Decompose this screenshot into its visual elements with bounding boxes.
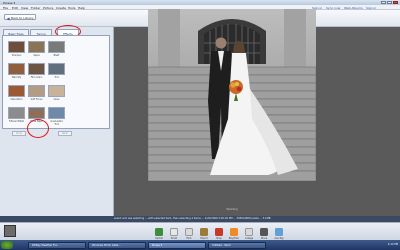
task-picasa[interactable]: Picasa 3 <box>148 241 206 249</box>
effect-label: Warmify <box>11 76 22 79</box>
effect-thumb[interactable] <box>28 41 45 53</box>
task-photo-gallery[interactable]: Windows Photo Galle... <box>88 241 146 249</box>
back-label: Back to Library <box>11 16 34 21</box>
effect-thumb-focal-bw[interactable] <box>28 107 45 119</box>
effect-label: Graduated Tint <box>50 120 63 126</box>
photo-caption: Wedding <box>226 208 238 211</box>
effect-label: Film Grain <box>30 76 43 79</box>
movie-icon[interactable] <box>260 228 268 236</box>
redo-button[interactable]: Redo <box>58 131 72 136</box>
effect-thumb[interactable] <box>48 85 65 97</box>
taskbar: DHDay Weather For... Windows Photo Galle… <box>0 240 400 250</box>
effect-label: Filtered B&W <box>9 120 24 123</box>
effect-thumb[interactable] <box>28 63 45 75</box>
effect-thumb[interactable] <box>8 63 25 75</box>
effect-label: Saturation <box>10 98 23 101</box>
effect-thumb[interactable] <box>8 107 25 119</box>
clock: 4:12 PM <box>387 243 398 246</box>
effect-thumb[interactable] <box>48 41 65 53</box>
effect-label: Soft Focus <box>30 98 43 101</box>
effect-thumb[interactable] <box>48 107 65 119</box>
effect-label: Glow <box>53 98 60 101</box>
effect-thumb[interactable] <box>8 41 25 53</box>
minimize-button[interactable] <box>381 0 386 4</box>
back-arrow-icon: ◀ <box>6 15 10 21</box>
effect-thumb[interactable] <box>8 85 25 97</box>
undo-button[interactable]: Undo <box>12 131 26 136</box>
geotag-icon[interactable] <box>275 228 283 236</box>
start-button[interactable] <box>1 241 13 249</box>
effect-thumb[interactable] <box>28 85 45 97</box>
edit-panel: Basic Fixes Tuning Effects Sharpen Sepia… <box>0 25 114 223</box>
close-button[interactable] <box>393 0 398 4</box>
print-icon[interactable] <box>185 228 193 236</box>
task-weather[interactable]: DHDay Weather For... <box>28 241 86 249</box>
back-to-library-button[interactable]: ◀ Back to Library <box>4 14 36 21</box>
photo-tray: Upload Email Print Export Shop BlogThis!… <box>0 222 400 240</box>
blogger-icon[interactable] <box>230 228 238 236</box>
window-title: Picasa 3 <box>3 0 16 5</box>
upload-icon[interactable] <box>155 228 163 236</box>
maximize-button[interactable] <box>387 0 392 4</box>
collage-icon[interactable] <box>245 228 253 236</box>
export-icon[interactable] <box>200 228 208 236</box>
effect-label: Sepia <box>33 54 40 57</box>
effects-grid: Sharpen Sepia B&W Warmify Film Grain Tin… <box>2 35 110 129</box>
focal-bw-highlight <box>27 119 49 138</box>
wedding-photo[interactable] <box>148 9 316 181</box>
effect-label: B&W <box>53 54 60 57</box>
task-paint[interactable]: Untitled - Paint <box>208 241 266 249</box>
photo-info-text: select and use selecting ... with select… <box>114 217 271 220</box>
effect-label: Sharpen <box>11 54 22 57</box>
email-icon[interactable] <box>170 228 178 236</box>
effect-thumb[interactable] <box>48 63 65 75</box>
tray-thumbnail[interactable] <box>4 225 16 237</box>
shop-icon[interactable] <box>215 228 223 236</box>
effect-label: Tint <box>54 76 59 79</box>
